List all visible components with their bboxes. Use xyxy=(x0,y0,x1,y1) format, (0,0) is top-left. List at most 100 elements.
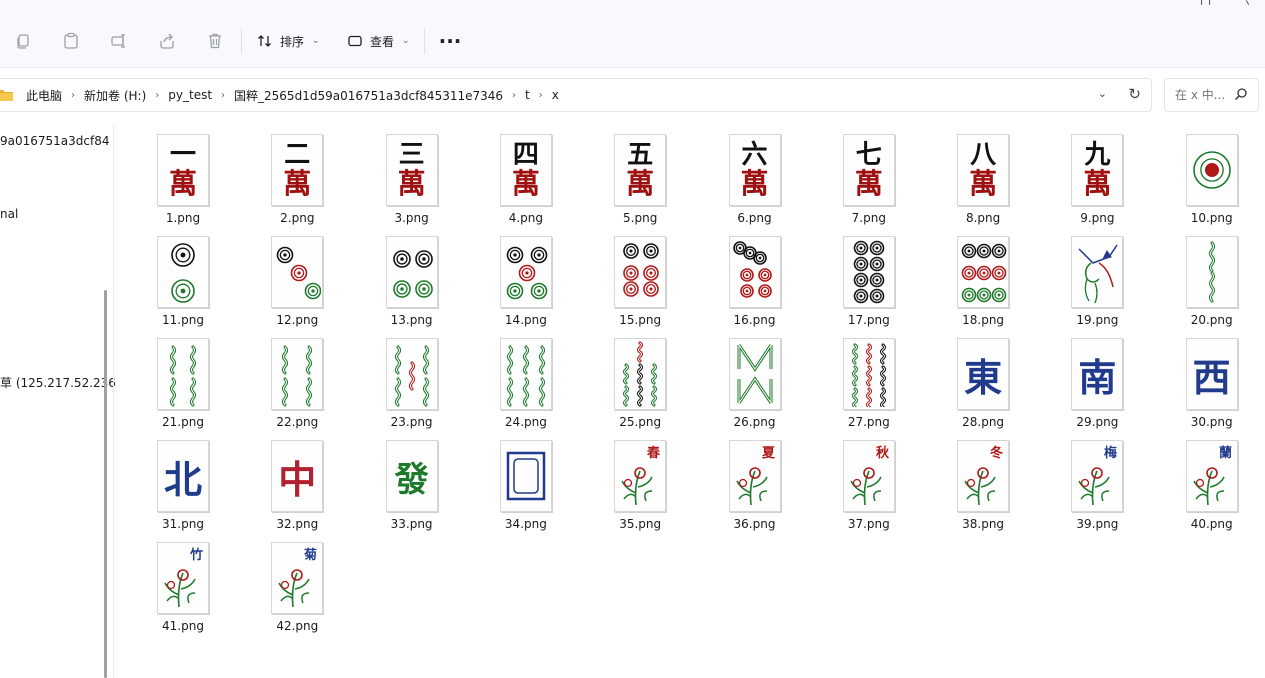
chevron-right-icon[interactable]: › xyxy=(65,90,81,101)
tile-thumbnail: 菊 xyxy=(271,542,324,614)
sort-button[interactable]: 排序 ⌄ xyxy=(257,26,320,56)
file-item[interactable]: 26.png xyxy=(698,332,812,432)
chevron-right-icon[interactable]: › xyxy=(533,90,549,101)
search-box[interactable] xyxy=(1164,78,1259,112)
breadcrumb-item[interactable]: x xyxy=(549,88,562,102)
tile-number-glyph: 七 xyxy=(855,140,882,170)
file-item[interactable]: 10.png xyxy=(1155,128,1265,228)
file-item[interactable]: 21.png xyxy=(126,332,240,432)
nav-item-personal[interactable]: nal xyxy=(0,207,18,221)
breadcrumb-item[interactable]: 国粹_2565d1d59a016751a3dcf845311e7346 xyxy=(231,87,506,104)
file-item[interactable]: 東 28.png xyxy=(926,332,1040,432)
file-item[interactable]: 一萬 1.png xyxy=(126,128,240,228)
tile-thumbnail: 春 xyxy=(614,440,667,512)
nav-scrollbar[interactable] xyxy=(104,290,107,678)
breadcrumb-item[interactable]: t xyxy=(522,88,533,102)
tile-thumbnail: 八萬 xyxy=(957,134,1010,206)
file-item[interactable]: 菊 42.png xyxy=(240,536,354,636)
share-button[interactable] xyxy=(152,26,182,56)
nav-item-network-drive[interactable]: 草 (125.217.52.236 xyxy=(0,374,116,391)
more-options-button[interactable]: ··· xyxy=(437,26,463,56)
file-name: 6.png xyxy=(737,211,772,225)
tile-artwork: 菊 xyxy=(278,547,317,608)
tile-number-glyph: 九 xyxy=(1084,140,1111,170)
file-item[interactable]: 12.png xyxy=(240,230,354,330)
tile-thumbnail xyxy=(271,338,324,410)
file-item[interactable]: 北 31.png xyxy=(126,434,240,534)
close-edge[interactable] xyxy=(1245,0,1250,5)
refresh-icon[interactable]: ↻ xyxy=(1128,85,1141,103)
breadcrumb-item[interactable]: py_test xyxy=(165,88,215,102)
file-item[interactable]: 秋 37.png xyxy=(812,434,926,534)
file-item[interactable]: 西 30.png xyxy=(1155,332,1265,432)
file-item[interactable]: 18.png xyxy=(926,230,1040,330)
file-item[interactable]: 16.png xyxy=(698,230,812,330)
search-icon[interactable] xyxy=(1234,87,1248,101)
file-item[interactable]: 20.png xyxy=(1155,230,1265,330)
file-item[interactable]: 蘭 40.png xyxy=(1155,434,1265,534)
file-item[interactable]: 二萬 2.png xyxy=(240,128,354,228)
tile-honor-glyph: 西 xyxy=(1192,354,1231,400)
file-name: 3.png xyxy=(394,211,429,225)
tile-thumbnail: 梅 xyxy=(1071,440,1124,512)
file-item[interactable]: 17.png xyxy=(812,230,926,330)
file-item[interactable]: 中 32.png xyxy=(240,434,354,534)
file-name: 22.png xyxy=(276,415,319,429)
file-item[interactable]: 13.png xyxy=(355,230,469,330)
tile-wan-glyph: 萬 xyxy=(854,167,883,200)
file-item[interactable]: 19.png xyxy=(1040,230,1154,330)
address-history-dropdown[interactable]: ⌄ xyxy=(1098,87,1107,100)
file-item[interactable]: 三萬 3.png xyxy=(355,128,469,228)
file-item[interactable]: 27.png xyxy=(812,332,926,432)
view-button[interactable]: 查看 ⌄ xyxy=(347,26,410,56)
rename-button[interactable] xyxy=(104,26,134,56)
tile-artwork xyxy=(392,250,433,298)
search-input[interactable] xyxy=(1173,87,1237,103)
delete-button[interactable] xyxy=(200,26,230,56)
tile-thumbnail: 竹 xyxy=(157,542,209,614)
nav-item-folder[interactable]: 9a016751a3dcf84 xyxy=(0,134,110,148)
file-item[interactable]: 四萬 4.png xyxy=(469,128,583,228)
file-name: 11.png xyxy=(162,313,204,327)
file-name: 10.png xyxy=(1190,211,1233,225)
file-item[interactable]: 春 35.png xyxy=(583,434,697,534)
tile-thumbnail: 七萬 xyxy=(842,134,895,206)
file-item[interactable]: 34.png xyxy=(469,434,583,534)
file-name: 1.png xyxy=(165,211,201,225)
tile-artwork: 梅 xyxy=(1078,445,1117,506)
file-item[interactable]: 南 29.png xyxy=(1040,332,1154,432)
file-item[interactable]: 24.png xyxy=(469,332,583,432)
file-name: 13.png xyxy=(390,313,433,327)
file-item[interactable]: 九萬 9.png xyxy=(1040,128,1154,228)
file-item[interactable]: 冬 38.png xyxy=(926,434,1040,534)
file-item[interactable]: 11.png xyxy=(126,230,240,330)
file-item[interactable]: 六萬 6.png xyxy=(698,128,812,228)
file-item[interactable]: 23.png xyxy=(355,332,469,432)
file-item[interactable]: 22.png xyxy=(240,332,354,432)
file-item[interactable]: 梅 39.png xyxy=(1040,434,1154,534)
tile-number-glyph: 二 xyxy=(284,140,311,170)
breadcrumb-item[interactable]: 此电脑 xyxy=(23,87,65,104)
maximize-edge[interactable] xyxy=(1209,0,1210,5)
chevron-right-icon[interactable]: › xyxy=(506,90,522,101)
file-item[interactable]: 五萬 5.png xyxy=(583,128,697,228)
tile-thumbnail: 六萬 xyxy=(728,134,781,206)
file-name: 40.png xyxy=(1190,517,1233,531)
file-item[interactable]: 七萬 7.png xyxy=(812,128,926,228)
address-bar[interactable]: 此电脑 › 新加卷 (H:) › py_test › 国粹_2565d1d59a016751… xyxy=(0,78,1152,112)
breadcrumb-item[interactable]: 新加卷 (H:) xyxy=(81,87,149,104)
copy-button[interactable] xyxy=(8,26,38,56)
file-item[interactable]: 發 33.png xyxy=(355,434,469,534)
file-item[interactable]: 14.png xyxy=(469,230,583,330)
tile-number-glyph: 五 xyxy=(627,140,654,170)
tile-thumbnail xyxy=(1071,236,1124,308)
minimize-edge[interactable] xyxy=(1201,0,1202,5)
file-item[interactable]: 竹 41.png xyxy=(126,536,240,636)
file-item[interactable]: 夏 36.png xyxy=(698,434,812,534)
chevron-right-icon[interactable]: › xyxy=(149,90,165,101)
file-item[interactable]: 15.png xyxy=(583,230,697,330)
file-item[interactable]: 八萬 8.png xyxy=(926,128,1040,228)
chevron-right-icon[interactable]: › xyxy=(215,90,231,101)
paste-button[interactable] xyxy=(56,26,86,56)
file-item[interactable]: 25.png xyxy=(583,332,697,432)
